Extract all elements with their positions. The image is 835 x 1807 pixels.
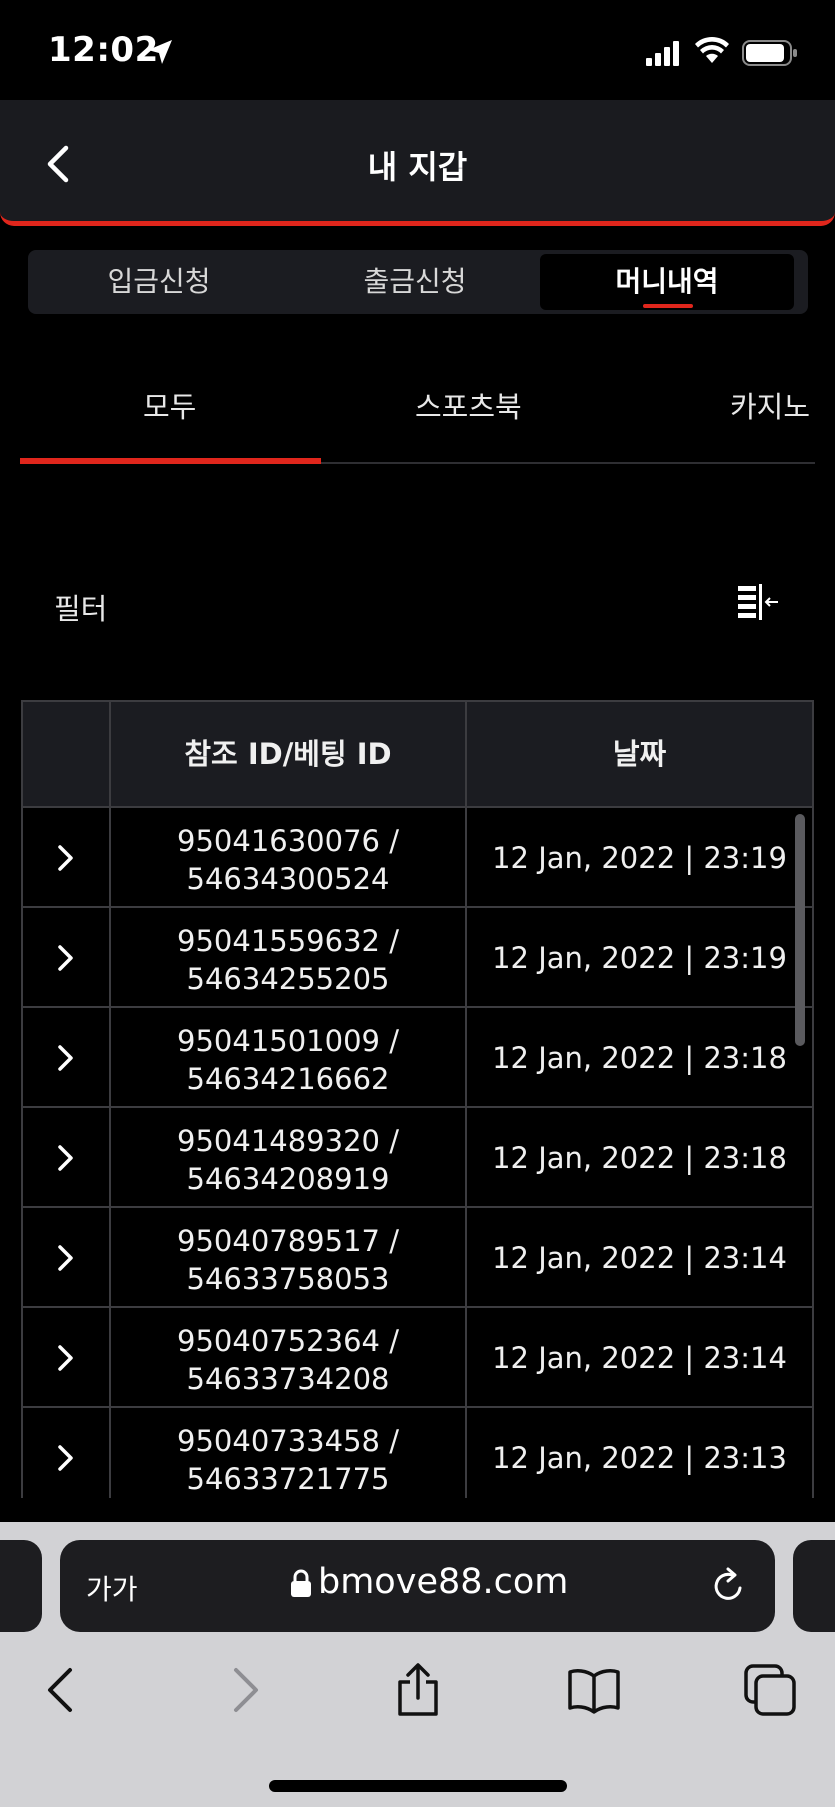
url-text: bmove88.com xyxy=(318,1562,569,1602)
home-indicator xyxy=(269,1780,567,1792)
text-size-button[interactable]: 가가 xyxy=(86,1568,138,1608)
table-row[interactable]: 95041630076 / 54634300524 12 Jan, 2022 | … xyxy=(23,808,812,908)
money-history-table: 참조 ID/베팅 ID 날짜 95041630076 / 54634300524 … xyxy=(21,700,814,1498)
date-cell: 12 Jan, 2022 | 23:14 xyxy=(492,1241,787,1275)
ref-id-cell: 95041630076 / 54634300524 xyxy=(111,822,465,898)
table-scrollbar[interactable] xyxy=(795,814,805,1046)
tab-casino[interactable]: 카지노 xyxy=(730,384,810,426)
share-icon[interactable] xyxy=(390,1662,446,1718)
page: 12:02 내 지갑 입금신청 출금신청 머니내역 모두 스포츠북 카지노 필터… xyxy=(0,0,835,1807)
browser-back-icon[interactable] xyxy=(36,1662,92,1718)
filter-label: 필터 xyxy=(54,592,108,626)
date-cell: 12 Jan, 2022 | 23:14 xyxy=(492,1341,787,1375)
browser-toolbar: 가가 bmove88.com xyxy=(0,1522,835,1807)
ref-id-cell: 95040789517 / 54633758053 xyxy=(111,1222,465,1298)
table-row[interactable]: 95041501009 / 54634216662 12 Jan, 2022 | … xyxy=(23,1008,812,1108)
table-header-date: 날짜 xyxy=(612,737,667,771)
bet-id: 54634255205 xyxy=(186,962,390,996)
transaction-id: 95040789517 / xyxy=(177,1224,399,1258)
date-cell: 12 Jan, 2022 | 23:18 xyxy=(492,1141,787,1175)
wallet-segment-tabs: 입금신청 출금신청 머니내역 xyxy=(28,250,808,314)
bet-id: 54633758053 xyxy=(186,1262,390,1296)
status-time: 12:02 xyxy=(48,30,159,70)
transaction-id: 95041489320 / xyxy=(177,1124,399,1158)
category-tabs: 모두 스포츠북 카지노 xyxy=(20,370,815,464)
chevron-right-icon[interactable] xyxy=(55,1442,77,1474)
ref-id-cell: 95041501009 / 54634216662 xyxy=(111,1022,465,1098)
table-header-expand xyxy=(23,702,109,806)
tab-withdraw-request[interactable]: 출금신청 xyxy=(288,254,542,310)
tab-money-history-label: 머니내역 xyxy=(615,265,719,298)
active-tab-indicator xyxy=(643,304,693,308)
chevron-right-icon[interactable] xyxy=(55,842,77,874)
tab-deposit-request[interactable]: 입금신청 xyxy=(32,254,286,310)
bet-id: 54633721775 xyxy=(186,1462,390,1496)
column-divider xyxy=(109,702,111,1498)
chevron-right-icon[interactable] xyxy=(55,1142,77,1174)
date-cell: 12 Jan, 2022 | 23:18 xyxy=(492,1041,787,1075)
cellular-signal-icon xyxy=(646,41,679,66)
transaction-id: 95041630076 / xyxy=(177,824,399,858)
browser-forward-icon[interactable] xyxy=(214,1662,270,1718)
bookmarks-icon[interactable] xyxy=(566,1662,622,1718)
location-arrow-icon xyxy=(148,40,172,64)
previous-tab-preview[interactable] xyxy=(0,1540,42,1632)
date-cell: 12 Jan, 2022 | 23:13 xyxy=(492,1441,787,1475)
table-header-ref-id: 참조 ID/베팅 ID xyxy=(184,737,392,771)
chevron-right-icon[interactable] xyxy=(55,1242,77,1274)
transaction-id: 95040752364 / xyxy=(177,1324,399,1358)
transaction-id: 95040733458 / xyxy=(177,1424,399,1458)
table-row[interactable]: 95041489320 / 54634208919 12 Jan, 2022 | … xyxy=(23,1108,812,1208)
table-row[interactable]: 95040752364 / 54633734208 12 Jan, 2022 | … xyxy=(23,1308,812,1408)
date-cell: 12 Jan, 2022 | 23:19 xyxy=(492,941,787,975)
next-tab-preview[interactable] xyxy=(793,1540,835,1632)
transaction-id: 95041559632 / xyxy=(177,924,399,958)
bet-id: 54634216662 xyxy=(186,1062,390,1096)
app-header: 내 지갑 xyxy=(0,100,835,226)
column-divider xyxy=(465,702,467,1498)
address-bar[interactable]: 가가 bmove88.com xyxy=(60,1540,775,1632)
table-row[interactable]: 95041559632 / 54634255205 12 Jan, 2022 | … xyxy=(23,908,812,1008)
battery-icon xyxy=(742,40,797,66)
chevron-right-icon[interactable] xyxy=(55,1042,77,1074)
reload-icon[interactable] xyxy=(710,1566,748,1606)
ref-id-cell: 95040752364 / 54633734208 xyxy=(111,1322,465,1398)
chevron-right-icon[interactable] xyxy=(55,942,77,974)
ref-id-cell: 95041559632 / 54634255205 xyxy=(111,922,465,998)
tab-all[interactable]: 모두 xyxy=(143,384,196,426)
ref-id-cell: 95041489320 / 54634208919 xyxy=(111,1122,465,1198)
lock-icon xyxy=(291,1569,311,1597)
ref-id-cell: 95040733458 / 54633721775 xyxy=(111,1422,465,1498)
wifi-icon xyxy=(695,36,729,63)
table-row[interactable]: 95040733458 / 54633721775 12 Jan, 2022 | … xyxy=(23,1408,812,1498)
transaction-id: 95041501009 / xyxy=(177,1024,399,1058)
date-cell: 12 Jan, 2022 | 23:19 xyxy=(492,841,787,875)
bet-id: 54633734208 xyxy=(186,1362,390,1396)
status-bar: 12:02 xyxy=(0,0,835,100)
tab-money-history[interactable]: 머니내역 xyxy=(540,254,794,310)
bet-id: 54634300524 xyxy=(186,862,390,896)
page-title: 내 지갑 xyxy=(367,148,468,186)
chevron-right-icon[interactable] xyxy=(55,1342,77,1374)
tabs-icon[interactable] xyxy=(742,1662,798,1718)
table-row[interactable]: 95040789517 / 54633758053 12 Jan, 2022 | … xyxy=(23,1208,812,1308)
tab-sportsbook[interactable]: 스포츠북 xyxy=(415,384,522,426)
active-category-indicator xyxy=(20,458,321,464)
bet-id: 54634208919 xyxy=(186,1162,390,1196)
table-header: 참조 ID/베팅 ID 날짜 xyxy=(23,702,812,808)
filter-toggle-icon[interactable] xyxy=(734,580,780,624)
